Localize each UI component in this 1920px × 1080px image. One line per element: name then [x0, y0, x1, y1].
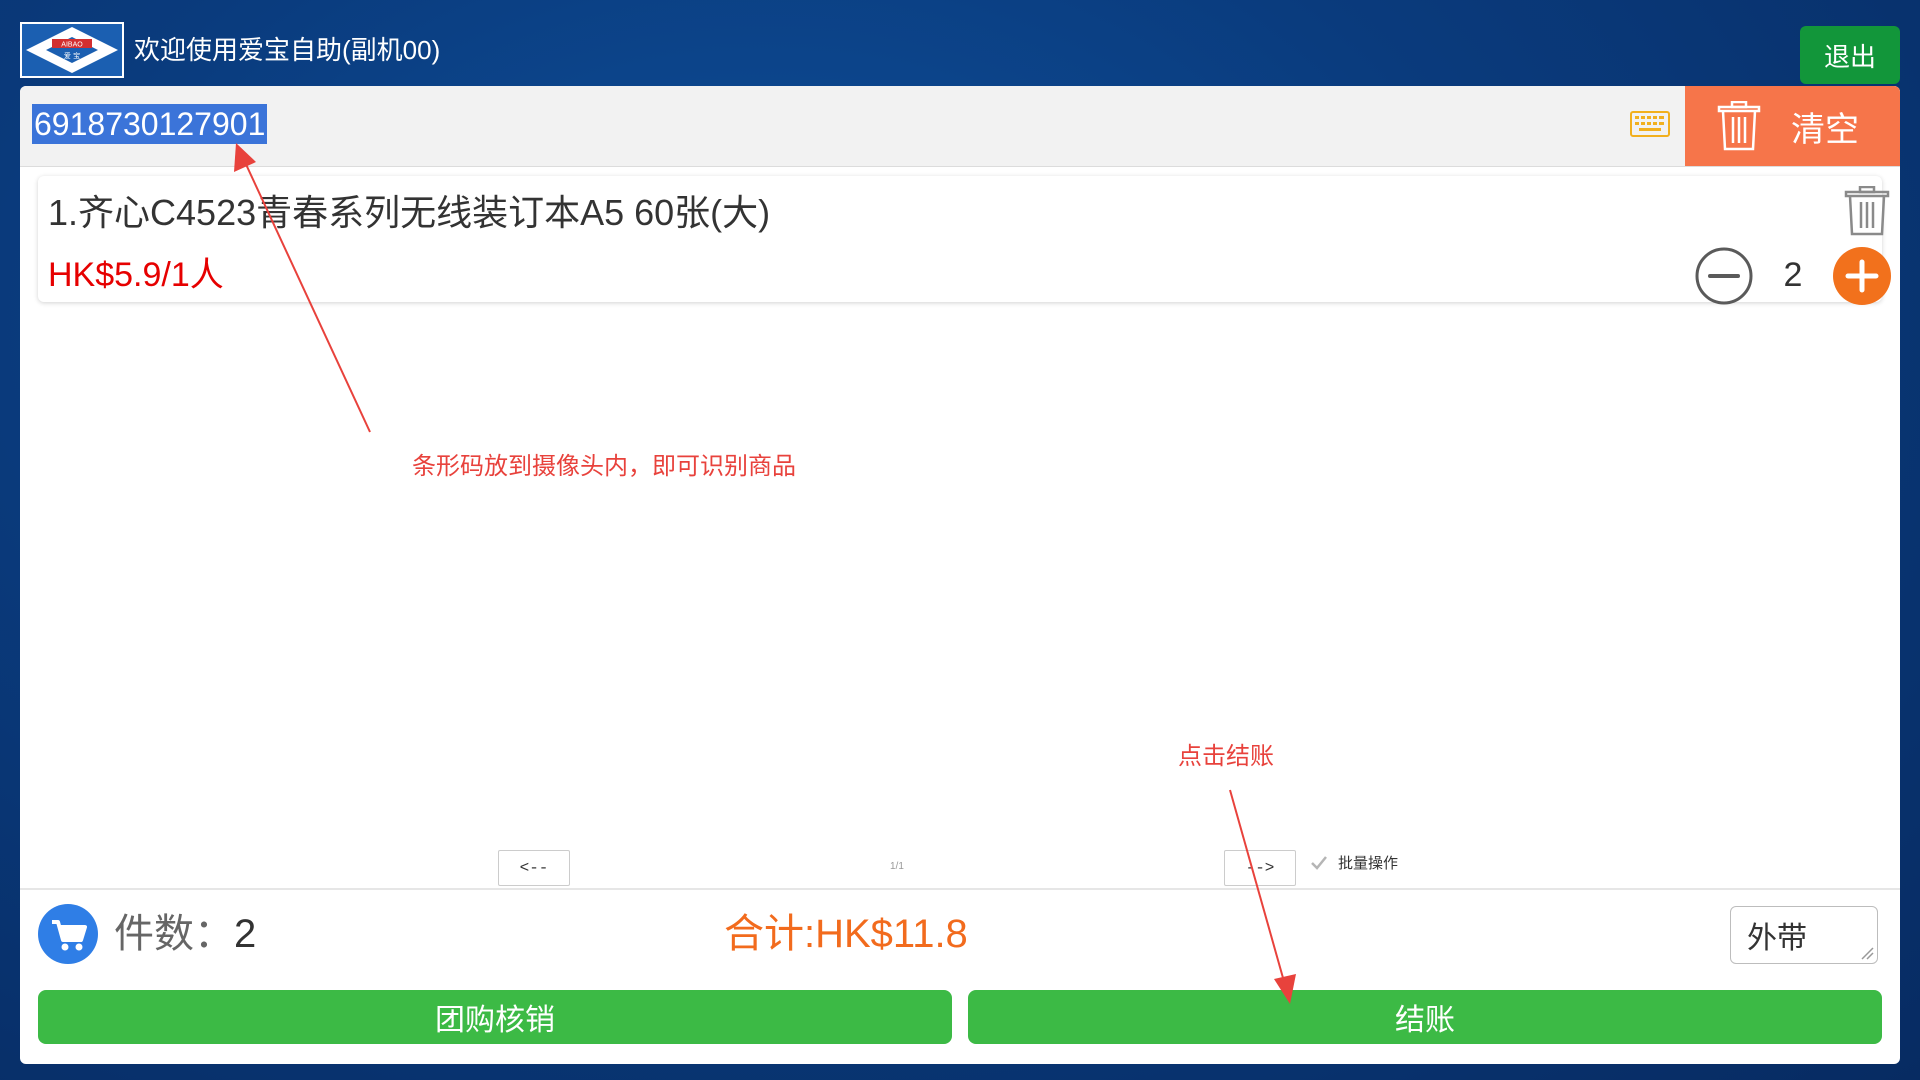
batch-operation-label: 批量操作 [1338, 855, 1399, 872]
prev-page-button[interactable]: <-- [498, 850, 570, 886]
item-count: 件数：2 [114, 910, 256, 958]
clear-button[interactable]: 清空 [1685, 86, 1900, 166]
cart-icon [38, 904, 98, 964]
dining-mode-value: 外带 [1747, 922, 1807, 955]
item-count-label: 件数： [114, 912, 234, 956]
item-name: 1.齐心C4523青春系列无线装订本A5 60张(大) [48, 192, 771, 233]
keyboard-icon[interactable] [1630, 111, 1670, 137]
list-item: 1.齐心C4523青春系列无线装订本A5 60张(大) HK$5.9/1人 2 [38, 176, 1891, 305]
minus-circle-icon[interactable] [1694, 246, 1754, 306]
total-amount: 合计:HK$11.8 [724, 912, 968, 956]
checkout-button[interactable]: 结账 [968, 990, 1882, 1044]
batch-operation-toggle[interactable]: 批量操作 [1310, 852, 1398, 873]
item-count-value: 2 [234, 912, 257, 956]
resize-grip-icon [1861, 947, 1874, 960]
main-panel: 6918730127901 清空 1.齐心C4523青春系列无线装订本A5 60… [20, 86, 1900, 1064]
aibao-logo: AIBAO 爱 宝 [20, 22, 124, 78]
logo-graphic: AIBAO 爱 宝 [26, 27, 118, 73]
logout-button[interactable]: 退出 [1800, 26, 1900, 84]
header-bar: AIBAO 爱 宝 欢迎使用爱宝自助(副机00) 退出 [0, 0, 1920, 86]
check-icon [1311, 855, 1327, 870]
quantity-value: 2 [1783, 256, 1803, 294]
dining-mode-select[interactable]: 外带 [1730, 906, 1878, 964]
item-price: HK$5.9/1人 [48, 256, 224, 294]
next-page-button[interactable]: --> [1224, 850, 1296, 886]
scan-bar: 6918730127901 清空 [20, 86, 1900, 167]
welcome-title: 欢迎使用爱宝自助(副机00) [134, 35, 441, 65]
plus-circle-icon[interactable] [1832, 246, 1892, 306]
checkout-hint-annotation: 点击结账 [1178, 743, 1274, 770]
trash-icon [1717, 101, 1761, 151]
logo-text-bottom: 爱 宝 [64, 51, 80, 60]
barcode-hint-annotation: 条形码放到摄像头内，即可识别商品 [412, 453, 796, 480]
page-indicator: 1/1 [890, 861, 904, 872]
footer-divider [20, 888, 1900, 890]
clear-label: 清空 [1791, 110, 1859, 149]
group-buy-verify-button[interactable]: 团购核销 [38, 990, 952, 1044]
logo-text-top: AIBAO [61, 42, 83, 49]
trash-icon[interactable] [1844, 186, 1890, 236]
barcode-input[interactable]: 6918730127901 [32, 104, 268, 144]
